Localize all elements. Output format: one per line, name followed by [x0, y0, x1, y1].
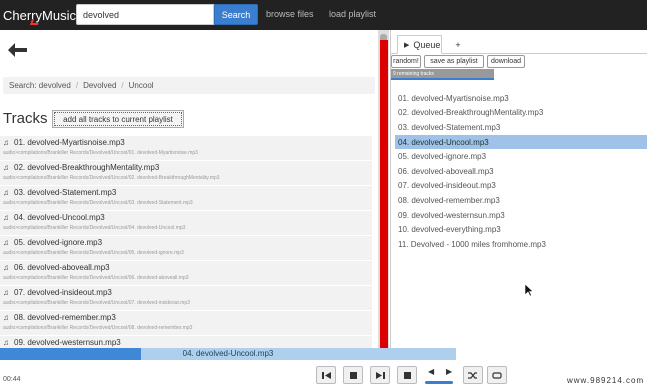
queue-item[interactable]: 08. devolved-remember.mp3 — [395, 193, 647, 208]
tab-queue[interactable]: ▶ Queue — [397, 35, 442, 54]
track-row[interactable]: ♫ 04. devolved-Uncool.mp3 audio>compilatio… — [0, 211, 372, 235]
repeat-button[interactable] — [487, 366, 507, 384]
track-path: audio>compilations/Brankiller Records/De… — [3, 200, 193, 206]
elapsed-time: 00:44 — [3, 376, 21, 383]
music-note-icon: ♫ — [3, 338, 9, 347]
playback-progress-bar[interactable]: 04. devolved-Uncool.mp3 — [0, 348, 456, 360]
queue-item[interactable]: 01. devolved-Myartisnoise.mp3 — [395, 91, 647, 106]
volume-slider[interactable] — [425, 381, 453, 384]
track-row[interactable]: ♫ 07. devolved-insideout.mp3 audio>compila… — [0, 286, 372, 310]
queue-item[interactable]: 10. devolved-everything.mp3 — [395, 222, 647, 237]
music-note-icon: ♫ — [3, 188, 9, 197]
volume-up-icon[interactable]: ▶ — [446, 367, 452, 376]
breadcrumb-item[interactable]: Uncool — [129, 81, 154, 90]
breadcrumb-item[interactable]: Devolved — [83, 81, 116, 90]
watermark: www.989214.com — [567, 376, 645, 385]
music-note-icon: ♫ — [3, 288, 9, 297]
track-name: 09. devolved-westernsun.mp3 — [14, 338, 121, 347]
track-path: audio>compilations/Brankiller Records/De… — [3, 225, 186, 231]
breadcrumb: Search: devolved / Devolved / Uncool — [3, 77, 375, 94]
queue-item[interactable]: 09. devolved-westernsun.mp3 — [395, 208, 647, 223]
track-path: audio>compilations/Brankiller Records/De… — [3, 325, 193, 331]
queue-item-current[interactable]: 04. devolved-Uncool.mp3 — [395, 134, 647, 150]
track-name: 05. devolved-ignore.mp3 — [14, 238, 103, 247]
player-controls: 00:44 ◀ ▶ — [0, 360, 647, 391]
queue-item[interactable]: 03. devolved-Statement.mp3 — [395, 120, 647, 135]
track-row[interactable]: ♫ 08. devolved-remember.mp3 audio>compilat… — [0, 311, 372, 335]
track-name: 08. devolved-remember.mp3 — [14, 313, 116, 322]
download-button[interactable]: download — [487, 55, 525, 68]
track-name: 07. devolved-insideout.mp3 — [14, 288, 112, 297]
track-name: 03. devolved-Statement.mp3 — [14, 188, 117, 197]
track-row[interactable]: ♫ 03. devolved-Statement.mp3 audio>compila… — [0, 186, 372, 210]
track-list: ♫ 01. devolved-Myartisnoise.mp3 audio>comp… — [0, 136, 372, 348]
logo-mark-icon — [29, 18, 41, 25]
tracks-heading: Tracks — [3, 110, 48, 127]
track-row[interactable]: ♫ 06. devolved-aboveall.mp3 audio>compilat… — [0, 261, 372, 285]
track-name: 01. devolved-Myartisnoise.mp3 — [14, 138, 125, 147]
track-row[interactable]: ♫ 02. devolved-BreakthroughMentality.mp3 a… — [0, 161, 372, 185]
queue-item[interactable]: 05. devolved-ignore.mp3 — [395, 149, 647, 164]
add-all-tracks-button[interactable]: add all tracks to current playlist — [52, 110, 184, 128]
search-input-value: devolved — [83, 9, 120, 20]
track-path: audio>compilations/Brankiller Records/De… — [3, 275, 189, 281]
search-input[interactable]: devolved — [76, 4, 214, 25]
tab-queue-label: Queue — [413, 39, 441, 50]
music-note-icon: ♫ — [3, 138, 9, 147]
app-logo[interactable]: CherryMusic — [0, 8, 76, 25]
now-playing-title: 04. devolved-Uncool.mp3 — [182, 349, 274, 358]
panel-divider-handle[interactable] — [380, 40, 388, 348]
shuffle-button[interactable] — [463, 366, 483, 384]
playlist-tabs: ▶ Queue + — [391, 32, 647, 54]
shuffle-icon — [468, 371, 477, 379]
save-as-playlist-button[interactable]: save as playlist — [424, 55, 484, 68]
repeat-icon — [492, 371, 502, 379]
queue-item[interactable]: 02. devolved-BreakthroughMentality.mp3 — [395, 106, 647, 121]
track-path: audio>compilations/Brankiller Records/De… — [3, 150, 198, 156]
track-path: audio>compilations/Brankiller Records/De… — [3, 300, 190, 306]
track-name: 06. devolved-aboveall.mp3 — [14, 263, 110, 272]
music-note-icon: ♫ — [3, 238, 9, 247]
skip-forward-icon — [375, 371, 385, 379]
music-note-icon: ♫ — [3, 313, 9, 322]
skip-back-icon — [321, 371, 331, 379]
queue-list: 01. devolved-Myartisnoise.mp3 02. devolve… — [395, 91, 647, 252]
breadcrumb-separator: / — [75, 81, 79, 90]
remaining-progress-line — [391, 78, 494, 80]
music-note-icon: ♫ — [3, 163, 9, 172]
random-button[interactable]: random! — [391, 55, 421, 68]
track-name: 02. devolved-BreakthroughMentality.mp3 — [14, 163, 160, 172]
stop-icon — [403, 371, 411, 379]
music-note-icon: ♫ — [3, 263, 9, 272]
add-tab-button[interactable]: + — [451, 35, 465, 54]
breadcrumb-separator: / — [121, 81, 124, 90]
queue-item[interactable]: 07. devolved-insideout.mp3 — [395, 179, 647, 194]
mouse-cursor-icon — [524, 283, 534, 297]
play-icon: ▶ — [404, 41, 410, 49]
next-track-button[interactable] — [370, 366, 390, 384]
track-path: audio>compilations/Brankiller Records/De… — [3, 175, 220, 181]
track-name: 04. devolved-Uncool.mp3 — [14, 213, 105, 222]
queue-item[interactable]: 11. Devolved - 1000 miles fromhome.mp3 — [395, 237, 647, 252]
pause-button[interactable] — [343, 366, 363, 384]
track-row[interactable]: ♫ 01. devolved-Myartisnoise.mp3 audio>comp… — [0, 136, 372, 160]
music-note-icon: ♫ — [3, 213, 9, 222]
stop-button[interactable] — [397, 366, 417, 384]
previous-track-button[interactable] — [316, 366, 336, 384]
volume-down-icon[interactable]: ◀ — [428, 367, 434, 376]
back-arrow-icon[interactable] — [7, 42, 29, 58]
breadcrumb-item[interactable]: Search: devolved — [9, 81, 71, 90]
top-navbar: CherryMusic devolved Search browse files… — [0, 0, 647, 30]
track-row[interactable]: ♫ 05. devolved-ignore.mp3 audio>compilatio… — [0, 236, 372, 260]
browse-files-link[interactable]: browse files — [266, 9, 314, 19]
queue-panel: ▶ Queue + random! save as playlist downl… — [390, 30, 647, 348]
browser-panel: Search: devolved / Devolved / Uncool Tra… — [0, 30, 378, 348]
search-button[interactable]: Search — [214, 4, 258, 25]
track-row[interactable]: ♫09. devolved-westernsun.mp3audio>compil… — [0, 336, 372, 348]
load-playlist-link[interactable]: load playlist — [329, 9, 376, 19]
queue-item[interactable]: 06. devolved-aboveall.mp3 — [395, 164, 647, 179]
stop-icon — [349, 371, 357, 379]
track-path: audio>compilations/Brankiller Records/De… — [3, 250, 184, 256]
